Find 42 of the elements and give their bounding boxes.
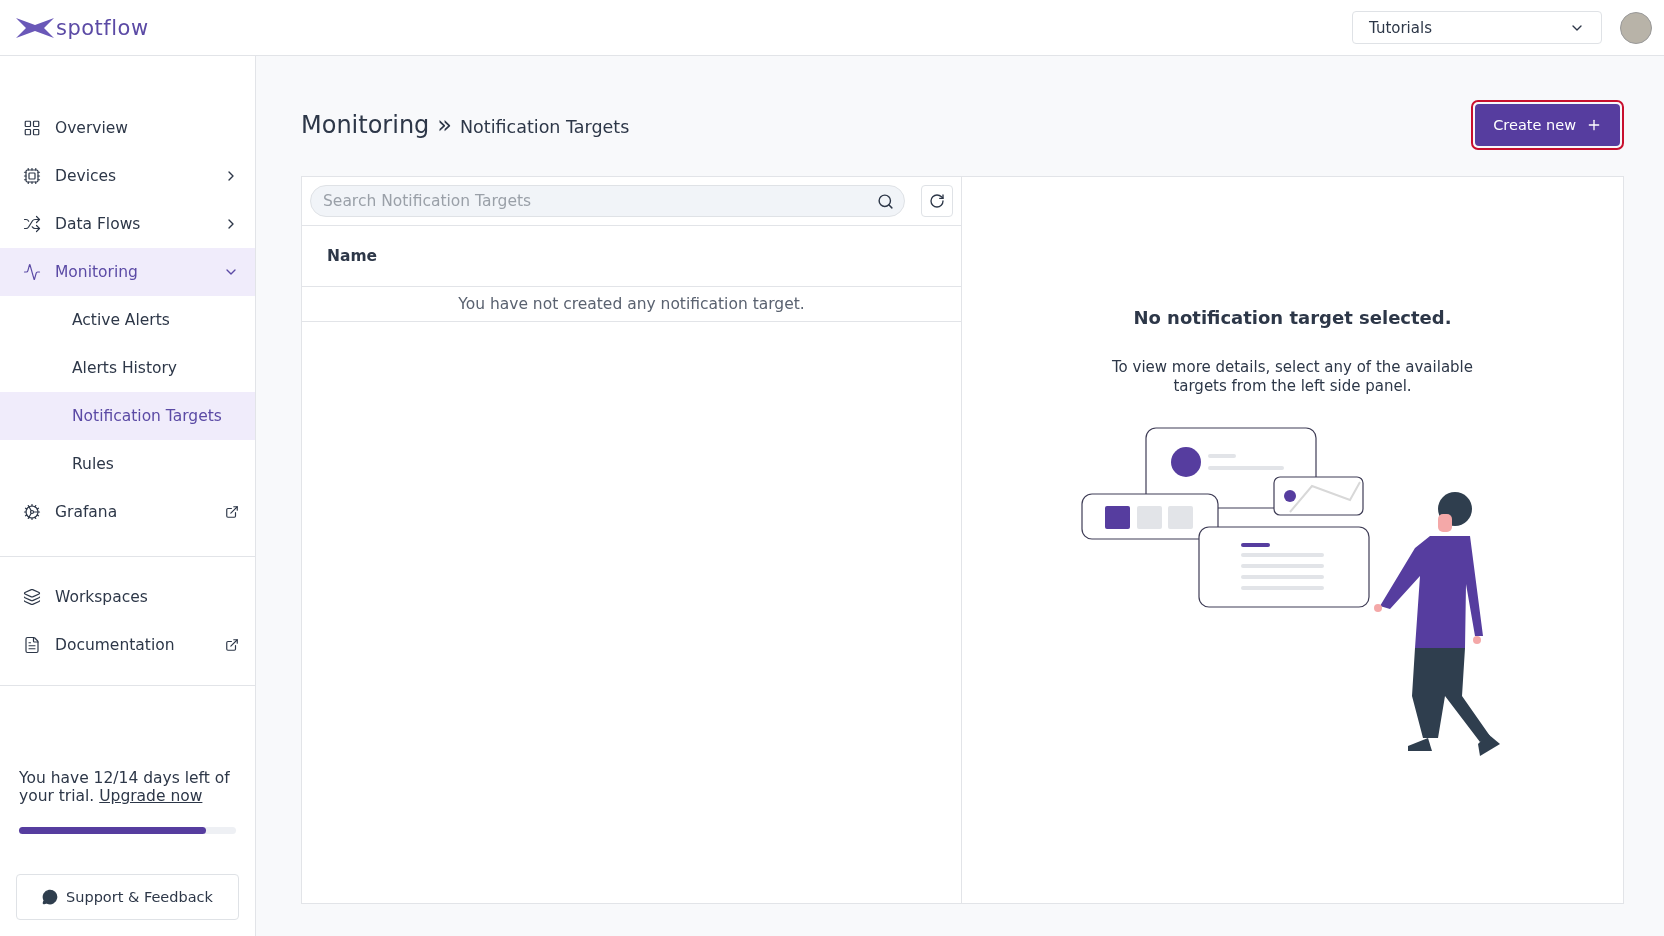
create-new-button[interactable]: Create new: [1475, 104, 1620, 146]
nav-icon: [23, 263, 41, 281]
sidebar-subitem[interactable]: Notification Targets: [0, 392, 255, 440]
trial-notice: You have 12/14 days left of your trial. Upgrade now: [19, 769, 231, 805]
upgrade-link[interactable]: Upgrade now: [99, 787, 203, 805]
external-link-icon: [225, 505, 239, 519]
refresh-button[interactable]: [921, 185, 953, 217]
nav-icon: [23, 503, 41, 521]
sidebar-subitem[interactable]: Rules: [0, 440, 255, 488]
nav-icon: [23, 119, 41, 137]
nav-icon: [23, 588, 41, 606]
column-header: Name: [302, 226, 961, 287]
workspace-select[interactable]: Tutorials: [1352, 11, 1602, 44]
sidebar-item[interactable]: Data Flows: [0, 200, 255, 248]
page-title: Notification Targets: [460, 117, 630, 137]
search-icon: [877, 192, 894, 210]
external-link-icon: [225, 638, 239, 652]
nav-icon: [23, 215, 41, 233]
search-field[interactable]: Search Notification Targets: [321, 191, 877, 211]
sidebar-item[interactable]: Grafana: [0, 488, 255, 536]
sidebar-item[interactable]: Documentation: [0, 621, 255, 669]
breadcrumb-separator: »: [437, 111, 453, 139]
nav-icon: [23, 167, 41, 185]
empty-message: You have not created any notification target.: [302, 287, 961, 322]
search-box[interactable]: Search Notification Targets: [310, 185, 905, 217]
sidebar-item[interactable]: Devices: [0, 152, 255, 200]
refresh-icon: [929, 193, 945, 209]
sidebar-subitem[interactable]: Alerts History: [0, 344, 255, 392]
chat-bubble-icon: [42, 889, 59, 905]
nav-icon: [23, 636, 41, 654]
user-avatar[interactable]: [1620, 11, 1652, 44]
plus-icon: [1586, 117, 1602, 133]
support-button[interactable]: Support & Feedback: [16, 874, 239, 920]
sidebar-item[interactable]: Workspaces: [0, 573, 255, 621]
sidebar-item[interactable]: Monitoring: [0, 248, 255, 296]
logo-text: spotflow: [56, 15, 149, 40]
breadcrumb-section[interactable]: Monitoring: [301, 111, 430, 139]
sidebar-item[interactable]: Overview: [0, 104, 255, 152]
logo-icon: [16, 16, 54, 39]
sidebar-subitem[interactable]: Active Alerts: [0, 296, 255, 344]
empty-state-text: To view more details, select any of the available targets from the left side panel.: [1111, 358, 1474, 396]
empty-state-title: No notification target selected.: [1133, 307, 1452, 328]
